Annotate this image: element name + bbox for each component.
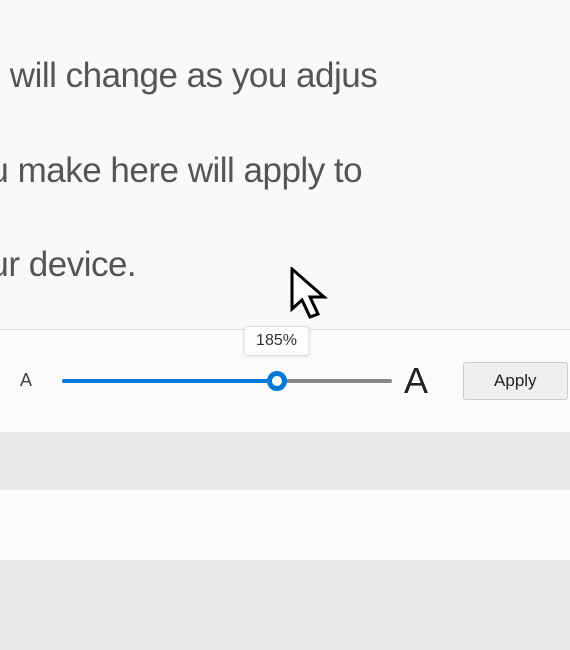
spacer-band-2 [0,490,570,560]
text-size-slider[interactable]: 185% [62,371,392,391]
description-line-2: you make here will apply to [0,151,362,190]
slider-thumb[interactable] [267,371,287,391]
description-line-3: your device. [0,245,136,284]
slider-row: A 185% A Apply [0,330,570,432]
description-text: rds will change as you adjus you make he… [0,0,570,289]
text-size-min-indicator: A [20,370,32,391]
text-size-max-indicator: A [404,360,428,402]
slider-track-fill [62,379,277,383]
apply-button[interactable]: Apply [463,362,568,400]
slider-value-tooltip: 185% [243,326,310,356]
spacer-band-1 [0,432,570,490]
slider-section: A 185% A Apply [0,329,570,650]
description-line-1: rds will change as you adjus [0,56,377,95]
spacer-band-3 [0,560,570,650]
